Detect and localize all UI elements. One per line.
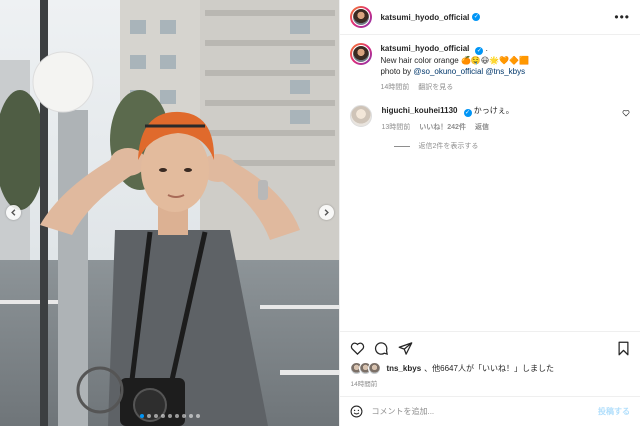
comment-like-heart-icon[interactable] bbox=[622, 109, 630, 117]
reply-button[interactable]: 返信 bbox=[475, 122, 489, 133]
comments-section: katsumi_hyodo_official ✓ . New hair color… bbox=[340, 35, 640, 331]
caption: katsumi_hyodo_official ✓ . New hair color… bbox=[350, 43, 630, 93]
caption-credit-prefix: photo by bbox=[380, 67, 414, 76]
replies-divider bbox=[394, 145, 411, 147]
post-comment-button[interactable]: 投稿する bbox=[598, 406, 630, 417]
previous-slide-button[interactable] bbox=[6, 205, 21, 220]
caption-avatar[interactable] bbox=[350, 43, 373, 65]
commenter-avatar[interactable] bbox=[350, 105, 373, 127]
carousel-dot bbox=[189, 414, 193, 418]
caption-username[interactable]: katsumi_hyodo_official bbox=[380, 44, 469, 53]
mention-link[interactable]: @tns_kbys bbox=[485, 67, 525, 76]
post-actions: tns_kbys 、他6647人が「いいね！」しました 14時間前 bbox=[340, 331, 640, 388]
comment-likes[interactable]: いいね！242件 bbox=[419, 122, 466, 133]
photo-illustration bbox=[0, 0, 340, 426]
save-bookmark-icon[interactable] bbox=[617, 341, 630, 356]
next-slide-button[interactable] bbox=[319, 205, 334, 220]
liker-avatars bbox=[350, 362, 382, 375]
share-paper-plane-icon[interactable] bbox=[398, 341, 413, 356]
author-avatar[interactable] bbox=[350, 6, 373, 28]
see-translation-link[interactable]: 翻訳を見る bbox=[418, 82, 453, 93]
author-username[interactable]: katsumi_hyodo_official bbox=[380, 13, 469, 22]
carousel-dot bbox=[182, 414, 186, 418]
likes-text: 、他6647人が「いいね！」しました bbox=[424, 364, 554, 373]
view-replies-button[interactable]: 返信2件を表示する bbox=[394, 141, 630, 151]
comment: higuchi_kouhei1130 ✓ かっけぇ。 13時間前 いいね！242件… bbox=[350, 105, 630, 133]
comment-bubble-icon[interactable] bbox=[374, 341, 389, 356]
post-details-panel: katsumi_hyodo_official ✓ ••• katsumi_hyo… bbox=[339, 0, 640, 426]
like-heart-icon[interactable] bbox=[350, 341, 365, 356]
chevron-right-icon bbox=[324, 209, 329, 216]
commenter-username[interactable]: higuchi_kouhei1130 bbox=[381, 106, 457, 115]
comment-text: かっけぇ。 bbox=[473, 106, 514, 115]
verified-badge-icon: ✓ bbox=[475, 47, 484, 55]
liker-username[interactable]: tns_kbys bbox=[386, 364, 421, 373]
carousel-dot bbox=[154, 414, 158, 418]
more-options-icon[interactable]: ••• bbox=[614, 10, 630, 24]
carousel-dot bbox=[147, 414, 151, 418]
post-header: katsumi_hyodo_official ✓ ••• bbox=[340, 0, 640, 35]
comment-input[interactable]: コメントを追加... bbox=[371, 406, 598, 417]
instagram-post-view: katsumi_hyodo_official ✓ ••• katsumi_hyo… bbox=[0, 0, 640, 426]
caption-text: New hair color orange 🍊🤤😃🌟🧡🔶🟧 bbox=[380, 56, 530, 65]
comment-time[interactable]: 13時間前 bbox=[381, 122, 410, 133]
emoji-smiley-icon[interactable] bbox=[350, 405, 363, 418]
carousel-dot bbox=[196, 414, 200, 418]
caption-time[interactable]: 14時間前 bbox=[380, 82, 409, 93]
chevron-left-icon bbox=[11, 209, 16, 216]
carousel-dot bbox=[175, 414, 179, 418]
carousel-dot bbox=[168, 414, 172, 418]
view-replies-label: 返信2件を表示する bbox=[418, 143, 479, 150]
likes-summary[interactable]: tns_kbys 、他6647人が「いいね！」しました bbox=[350, 362, 630, 375]
mention-link[interactable]: @so_okuno_official bbox=[413, 67, 483, 76]
carousel-dot bbox=[161, 414, 165, 418]
verified-badge-icon: ✓ bbox=[472, 13, 481, 21]
caption-credit: photo by @so_okuno_official @tns_kbys bbox=[380, 66, 630, 77]
caption-separator: . bbox=[485, 44, 488, 53]
post-photo[interactable] bbox=[0, 0, 340, 426]
carousel-dot bbox=[140, 414, 144, 418]
post-time[interactable]: 14時間前 bbox=[350, 378, 630, 388]
carousel-indicator bbox=[0, 414, 339, 418]
verified-badge-icon: ✓ bbox=[463, 109, 472, 117]
add-comment-bar: コメントを追加... 投稿する bbox=[340, 396, 640, 426]
